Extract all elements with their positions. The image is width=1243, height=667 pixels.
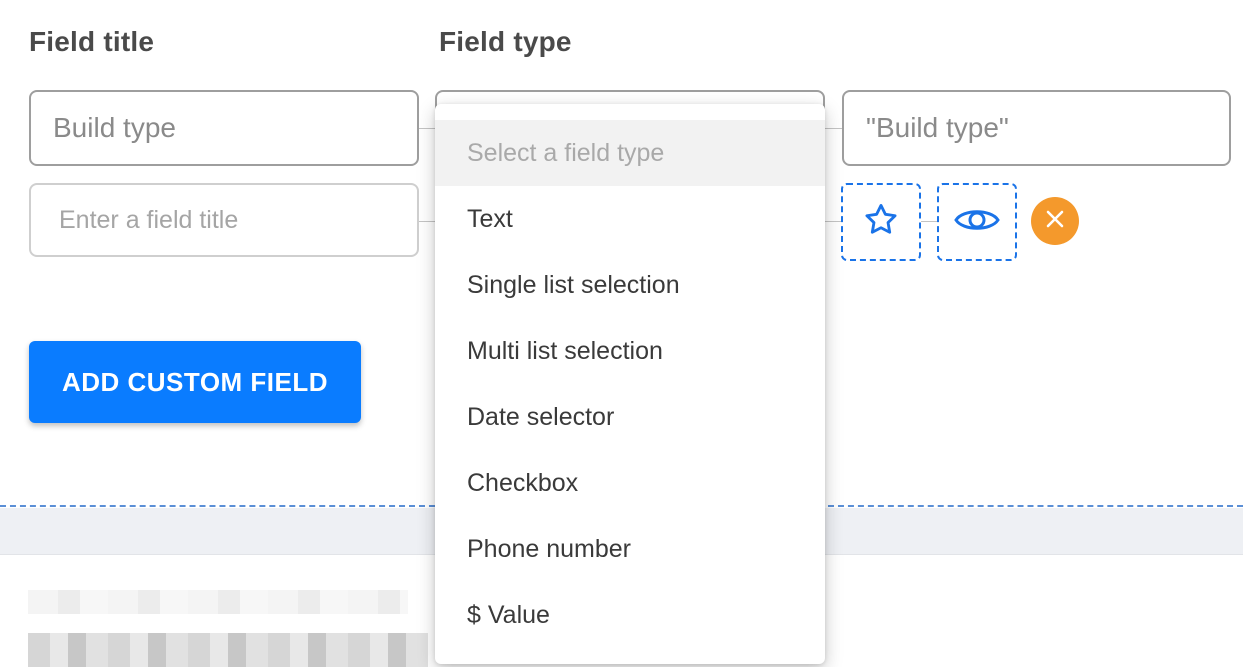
- dropdown-option-phone[interactable]: Phone number: [435, 516, 825, 582]
- row1-connector: [419, 128, 435, 129]
- dropdown-option-checkbox[interactable]: Checkbox: [435, 450, 825, 516]
- custom-fields-page: Field title Field type Build type "Build…: [0, 0, 1243, 667]
- field-title-label: Field title: [29, 26, 155, 57]
- field-preview-value: "Build type": [866, 112, 1009, 143]
- field-title-placeholder: Enter a field title: [59, 205, 239, 234]
- dropdown-option-single-list[interactable]: Single list selection: [435, 252, 825, 318]
- dropdown-option-value[interactable]: $ Value: [435, 582, 825, 648]
- field-type-dropdown-menu: Select a field type Text Single list sel…: [435, 104, 825, 664]
- add-custom-field-button[interactable]: ADD CUSTOM FIELD: [29, 341, 361, 423]
- field-title-input-new[interactable]: Enter a field title: [29, 183, 419, 257]
- icon-connector: [921, 221, 937, 222]
- dropdown-option-date[interactable]: Date selector: [435, 384, 825, 450]
- row1-connector-right: [825, 128, 842, 129]
- dropdown-option-placeholder[interactable]: Select a field type: [435, 120, 825, 186]
- dropdown-option-text[interactable]: Text: [435, 186, 825, 252]
- remove-field-button[interactable]: [1031, 197, 1079, 245]
- field-type-label: Field type: [439, 26, 572, 57]
- blurred-content-row: [28, 633, 428, 667]
- close-icon: [1045, 209, 1065, 234]
- blurred-content: [28, 590, 408, 614]
- field-title-value: Build type: [53, 112, 176, 143]
- star-icon: [862, 201, 900, 244]
- field-title-input-build-type[interactable]: Build type: [29, 90, 419, 166]
- row2-connector: [419, 221, 435, 222]
- eye-icon: [954, 205, 1000, 240]
- dropdown-option-multi-list[interactable]: Multi list selection: [435, 318, 825, 384]
- visibility-toggle-button[interactable]: [937, 183, 1017, 261]
- field-preview-input[interactable]: "Build type": [842, 90, 1231, 166]
- row2-connector-right: [825, 221, 841, 222]
- favorite-toggle-button[interactable]: [841, 183, 921, 261]
